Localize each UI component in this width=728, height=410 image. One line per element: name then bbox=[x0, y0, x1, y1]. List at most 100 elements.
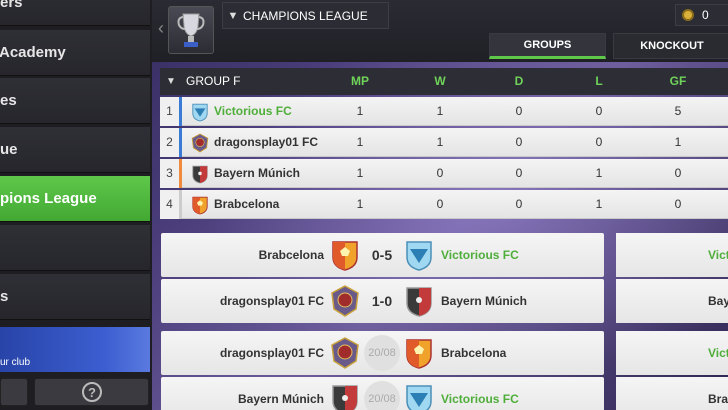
fixture-row[interactable]: dragonsplay01 FC 1-0 Bayern Múnich bbox=[161, 279, 604, 323]
team-name: Victorious FC bbox=[214, 104, 292, 118]
away-crest-icon bbox=[404, 285, 434, 317]
coin-icon bbox=[682, 9, 694, 21]
competition-trophy bbox=[168, 6, 214, 54]
away-team-name: Brabcelona bbox=[441, 346, 507, 360]
mp-cell: 1 bbox=[356, 135, 364, 149]
sidebar-item-s[interactable]: s bbox=[0, 274, 150, 320]
mp-cell: 1 bbox=[356, 104, 364, 118]
club-banner-text: ur club bbox=[0, 357, 31, 368]
fixture-team-name: Brab bbox=[708, 392, 728, 406]
sidebar-item-champions-league[interactable]: pions League bbox=[0, 176, 150, 222]
fixture-score: 0-5 bbox=[371, 247, 393, 263]
column-w: W bbox=[434, 74, 446, 88]
away-crest-icon bbox=[404, 337, 434, 369]
team-name: Bayern Múnich bbox=[214, 166, 301, 180]
fixture-row[interactable]: dragonsplay01 FC 20/08 Brabcelona bbox=[161, 331, 604, 375]
d-cell: 0 bbox=[515, 197, 523, 211]
gf-cell: 0 bbox=[674, 197, 682, 211]
w-cell: 0 bbox=[436, 166, 444, 180]
d-cell: 0 bbox=[515, 166, 523, 180]
fixture-score: 1-0 bbox=[371, 293, 393, 309]
home-crest-icon bbox=[330, 383, 360, 410]
sidebar-item-label: pions League bbox=[0, 190, 97, 207]
team-name: dragonsplay01 FC bbox=[214, 135, 319, 149]
gf-cell: 0 bbox=[674, 166, 682, 180]
competition-select[interactable]: ▼ CHAMPIONS LEAGUE bbox=[222, 2, 389, 29]
coins-display[interactable]: 0 bbox=[675, 4, 728, 26]
fixture-row-partial[interactable]: Brab bbox=[616, 377, 728, 410]
sidebar-item-players[interactable]: ers bbox=[0, 0, 150, 26]
fixture-row-partial[interactable]: Vict bbox=[616, 331, 728, 375]
sidebar-item-academy[interactable]: Academy bbox=[0, 30, 150, 76]
coins-value: 0 bbox=[702, 8, 709, 22]
sidebar-club-banner[interactable]: ur club bbox=[0, 327, 150, 372]
position-cell: 1 bbox=[160, 97, 182, 126]
group-label: GROUP F bbox=[186, 74, 241, 88]
sidebar-item-league[interactable]: ue bbox=[0, 127, 150, 173]
w-cell: 0 bbox=[436, 197, 444, 211]
home-crest-icon bbox=[330, 337, 360, 369]
gf-cell: 1 bbox=[674, 135, 682, 149]
mp-cell: 1 bbox=[356, 197, 364, 211]
column-gf: GF bbox=[669, 74, 687, 88]
home-team-name: Bayern Múnich bbox=[237, 392, 324, 406]
tab-label: GROUPS bbox=[523, 39, 572, 51]
help-icon: ? bbox=[82, 382, 102, 402]
team-crest-icon bbox=[191, 133, 209, 153]
home-crest-icon bbox=[330, 285, 360, 317]
gf-cell: 5 bbox=[674, 104, 682, 118]
fixture-row[interactable]: Bayern Múnich 20/08 Victorious FC bbox=[161, 377, 604, 410]
l-cell: 1 bbox=[595, 197, 603, 211]
chevron-down-icon[interactable]: ▼ bbox=[166, 68, 176, 95]
sidebar-item-label: s bbox=[0, 288, 9, 305]
tab-knockout[interactable]: KNOCKOUT bbox=[613, 33, 728, 59]
mp-cell: 1 bbox=[356, 166, 364, 180]
top-bar: ‹ ▼ CHAMPIONS LEAGUE 0 GROUPS KNOCKOUT bbox=[152, 0, 728, 62]
fixture-row-partial[interactable]: Vict bbox=[616, 233, 728, 277]
team-crest-icon bbox=[191, 164, 209, 184]
sidebar-item-label: ue bbox=[0, 141, 18, 158]
l-cell: 1 bbox=[595, 166, 603, 180]
team-crest-icon bbox=[191, 195, 209, 215]
position-cell: 3 bbox=[160, 159, 182, 188]
chevron-down-icon: ▼ bbox=[227, 9, 239, 22]
back-chevron-icon[interactable]: ‹ bbox=[158, 18, 164, 39]
column-mp: MP bbox=[351, 74, 369, 88]
home-team-name: Brabcelona bbox=[258, 248, 324, 262]
help-button[interactable]: ? bbox=[34, 378, 149, 406]
sidebar: ers Academy es ue pions League s ur club… bbox=[0, 0, 152, 410]
fixture-row-partial[interactable]: Baye bbox=[616, 279, 728, 323]
w-cell: 1 bbox=[436, 104, 444, 118]
l-cell: 0 bbox=[595, 135, 603, 149]
fixture-row[interactable]: Brabcelona 0-5 Victorious FC bbox=[161, 233, 604, 277]
team-crest-icon bbox=[191, 102, 209, 122]
away-crest-icon bbox=[404, 383, 434, 410]
position-cell: 4 bbox=[160, 190, 182, 219]
sidebar-item-label: Academy bbox=[0, 44, 66, 61]
away-crest-icon bbox=[404, 239, 434, 271]
standings-row[interactable]: 3 Bayern Múnich 1 0 0 1 0 bbox=[160, 159, 728, 188]
tab-label: KNOCKOUT bbox=[640, 40, 704, 52]
sidebar-item-matches[interactable]: es bbox=[0, 78, 150, 124]
position-cell: 2 bbox=[160, 128, 182, 157]
away-team-name: Victorious FC bbox=[441, 392, 519, 406]
away-team-name: Bayern Múnich bbox=[441, 294, 528, 308]
fixture-date: 20/08 bbox=[364, 335, 400, 371]
standings-row[interactable]: 2 dragonsplay01 FC 1 1 0 0 1 bbox=[160, 128, 728, 157]
column-d: D bbox=[514, 74, 524, 88]
fixture-team-name: Vict bbox=[708, 346, 728, 360]
sidebar-item-label: es bbox=[0, 92, 17, 109]
l-cell: 0 bbox=[595, 104, 603, 118]
trophy-icon bbox=[177, 13, 205, 47]
tab-groups[interactable]: GROUPS bbox=[489, 33, 606, 59]
d-cell: 0 bbox=[515, 135, 523, 149]
home-team-name: dragonsplay01 FC bbox=[219, 346, 324, 360]
standings-row[interactable]: 1 Victorious FC 1 1 0 0 5 bbox=[160, 97, 728, 126]
sidebar-button-left[interactable] bbox=[0, 378, 28, 406]
fixture-team-name: Vict bbox=[708, 248, 728, 262]
standings-row[interactable]: 4 Brabcelona 1 0 0 1 0 bbox=[160, 190, 728, 219]
sidebar-item-blank[interactable] bbox=[0, 225, 150, 271]
team-name: Brabcelona bbox=[214, 197, 280, 211]
w-cell: 1 bbox=[436, 135, 444, 149]
column-l: L bbox=[595, 74, 603, 88]
